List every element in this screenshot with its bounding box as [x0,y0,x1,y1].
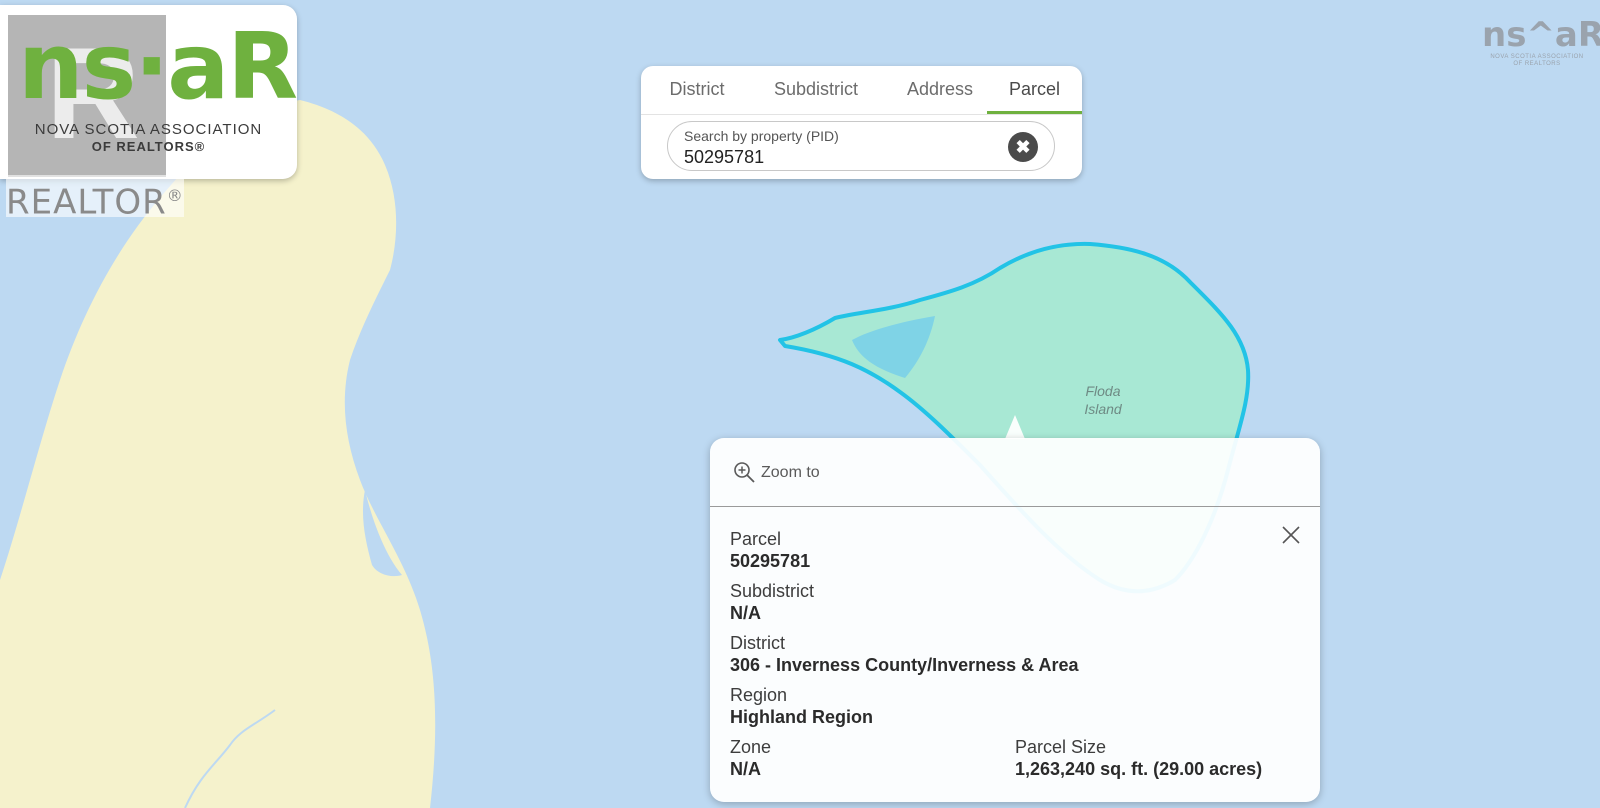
popup-pointer [1005,415,1025,439]
field-region-label: Region [730,685,788,705]
tab-address[interactable]: Address [887,66,993,112]
corner-brand-mark: ns^aR [1482,15,1600,55]
field-zone-value: N/A [730,759,761,779]
x-circle-icon[interactable]: ✖ [1008,132,1038,162]
field-region-value: Highland Region [730,707,873,727]
corner-brand-sub1: NOVA SCOTIA ASSOCIATION [1490,54,1584,60]
popup-header: Zoom to [710,438,1320,507]
field-parcel-size: Parcel Size 1,263,240 sq. ft. (29.00 acr… [1015,736,1315,780]
brand-mark: ns·aR [18,13,298,120]
brand-org-line2: OF REALTORS® [91,139,206,154]
brand-logo-card: R ns·aR NOVA SCOTIA ASSOCIATION OF REALT… [0,5,298,179]
field-zone-label: Zone [730,737,772,757]
corner-brand-sub2: OF REALTORS [1513,61,1561,67]
search-input[interactable] [682,146,986,168]
tab-subdistrict[interactable]: Subdistrict [754,66,878,112]
field-zone: Zone N/A [730,736,1030,780]
field-parcel-size-value: 1,263,240 sq. ft. (29.00 acres) [1015,759,1263,779]
search-field-label: Search by property (PID) [684,128,839,144]
field-subdistrict: Subdistrict N/A [730,580,1030,624]
field-subdistrict-value: N/A [730,603,761,623]
brand-org-line1: NOVA SCOTIA ASSOCIATION [34,121,263,138]
tab-parcel[interactable]: Parcel [987,66,1082,114]
island-label: Floda [1085,383,1120,399]
realtor-watermark-text: REALTOR [6,182,167,223]
zoom-to-label: Zoom to [761,464,820,481]
zoom-in-icon [734,462,755,483]
tab-district[interactable]: District [649,66,745,112]
field-district-label: District [730,633,785,653]
search-tabs: District Subdistrict Address Parcel [641,66,1082,115]
field-district: District 306 - Inverness County/Invernes… [730,632,1079,676]
search-box[interactable]: Search by property (PID) ✖ [667,121,1055,171]
field-parcel-label: Parcel [730,529,782,549]
realtor-watermark: REALTOR® [6,175,184,222]
field-parcel-size-label: Parcel Size [1015,737,1107,757]
corner-brand-logo: ns^aR NOVA SCOTIA ASSOCIATION OF REALTOR… [1482,15,1600,68]
realtor-watermark-reg: ® [166,186,184,205]
search-widget: District Subdistrict Address Parcel Sear… [641,66,1082,179]
close-icon[interactable] [1280,524,1302,546]
field-region: Region Highland Region [730,684,1030,728]
field-district-value: 306 - Inverness County/Inverness & Area [730,655,1079,675]
field-parcel-value: 50295781 [730,551,811,571]
parcel-popup: Zoom to Parcel 50295781 Subdistrict N/A … [710,438,1320,802]
field-subdistrict-label: Subdistrict [730,581,815,601]
field-parcel: Parcel 50295781 [730,528,1030,572]
island-label-line2: Island [1084,401,1123,417]
